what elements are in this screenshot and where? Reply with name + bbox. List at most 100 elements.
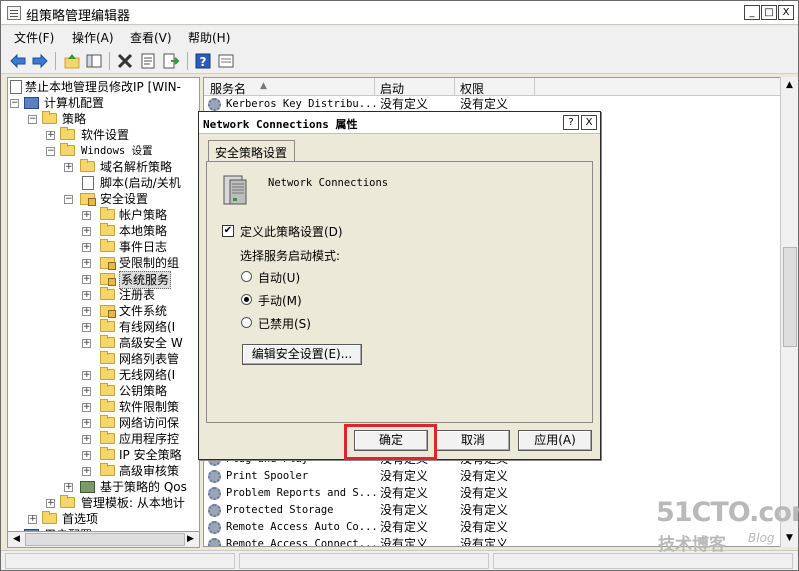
apply-button[interactable]: 应用(A) <box>518 430 592 451</box>
app-icon <box>7 6 21 20</box>
properties-icon[interactable] <box>139 52 157 70</box>
folder-icon <box>100 319 115 332</box>
maximize-button[interactable]: □ <box>761 5 777 20</box>
col-header-service[interactable]: 服务名 <box>210 80 246 96</box>
expand-icon[interactable]: + <box>46 499 55 508</box>
service-name: Network Connections <box>268 177 389 189</box>
radio-manual-label: 手动(M) <box>258 294 302 308</box>
expand-icon[interactable]: + <box>82 211 91 220</box>
delete-icon[interactable] <box>116 52 134 70</box>
menu-help[interactable]: 帮助(H) <box>188 29 230 46</box>
folder-icon <box>100 415 115 428</box>
folder-icon <box>100 223 115 236</box>
cancel-button[interactable]: 取消 <box>436 430 510 451</box>
scroll-left-icon[interactable]: ◀ <box>9 533 24 546</box>
export-list-icon[interactable] <box>162 52 180 70</box>
tab-panel: Network Connections ✔ 定义此策略设置(D) 选择服务启动模… <box>206 161 593 423</box>
service-gear-icon <box>208 504 221 517</box>
expand-icon[interactable]: + <box>82 403 91 412</box>
collapse-icon[interactable]: − <box>46 147 55 156</box>
sort-ascending-icon: ▲ <box>260 81 267 91</box>
folder-icon <box>100 287 115 300</box>
radio-disabled[interactable] <box>241 317 252 328</box>
view-icon[interactable] <box>217 52 235 70</box>
service-gear-icon <box>208 521 221 534</box>
expand-icon[interactable]: + <box>46 131 55 140</box>
expand-icon[interactable]: + <box>82 387 91 396</box>
menu-action[interactable]: 操作(A) <box>72 29 114 46</box>
expand-icon[interactable]: + <box>82 227 91 236</box>
folder-icon <box>100 351 115 364</box>
expand-icon[interactable]: + <box>82 259 91 268</box>
folder-icon <box>100 447 115 460</box>
svg-text:?: ? <box>200 55 207 69</box>
scroll-thumb[interactable] <box>25 533 185 546</box>
radio-manual[interactable] <box>241 294 252 305</box>
forward-arrow-icon[interactable] <box>31 52 49 70</box>
properties-dialog: Network Connections 属性 ? X 安全策略设置 Networ… <box>198 111 601 460</box>
table-row[interactable]: Print Spooler 没有定义 没有定义 <box>204 468 797 485</box>
expand-icon[interactable]: + <box>82 435 91 444</box>
server-icon <box>223 175 247 205</box>
security-folder-icon <box>80 193 96 206</box>
service-gear-icon <box>208 98 221 111</box>
service-gear-icon <box>208 470 221 483</box>
expand-icon[interactable]: + <box>82 291 91 300</box>
folder-icon <box>100 239 115 252</box>
close-button[interactable]: X <box>778 5 794 20</box>
window-title: 组策略管理编辑器 <box>26 9 131 24</box>
scroll-right-icon[interactable]: ▶ <box>183 533 198 546</box>
startup-mode-label: 选择服务启动模式: <box>240 249 341 263</box>
highlight-annotation <box>344 424 437 460</box>
expand-icon[interactable]: + <box>82 323 91 332</box>
expand-icon[interactable]: + <box>82 451 91 460</box>
back-arrow-icon[interactable] <box>9 52 27 70</box>
dialog-help-button[interactable]: ? <box>563 115 579 130</box>
expand-icon[interactable]: + <box>82 467 91 476</box>
expand-icon[interactable]: + <box>82 339 91 348</box>
expand-icon[interactable]: + <box>82 243 91 252</box>
scroll-up-icon[interactable]: ▲ <box>782 78 797 93</box>
tree-horizontal-scrollbar[interactable]: ◀ ▶ <box>7 531 200 548</box>
security-folder-icon <box>100 257 116 270</box>
expand-icon[interactable]: + <box>82 419 91 428</box>
expand-icon[interactable]: + <box>82 307 91 316</box>
tab-security-policy[interactable]: 安全策略设置 <box>208 140 295 162</box>
security-folder-icon <box>100 305 116 318</box>
folder-icon <box>60 127 75 140</box>
watermark-logo: 51CTO.com 技术博客 Blog <box>656 497 799 555</box>
dialog-title-bar: Network Connections 属性 ? X <box>199 112 600 134</box>
menu-bar: 文件(F) 操作(A) 查看(V) 帮助(H) <box>1 26 798 48</box>
expand-icon[interactable]: + <box>64 163 73 172</box>
folder-icon <box>42 111 57 124</box>
up-folder-icon[interactable] <box>63 52 81 70</box>
edit-security-button[interactable]: 编辑安全设置(E)... <box>242 344 362 365</box>
col-header-permission[interactable]: 权限 <box>460 80 484 96</box>
tree-pane[interactable]: 禁止本地管理员修改IP [WIN- − 计算机配置 − 策略 + 软件设置 − … <box>7 77 200 547</box>
folder-icon <box>60 495 75 508</box>
list-header: 服务名 ▲ 启动 权限 <box>204 78 797 96</box>
define-policy-checkbox[interactable]: ✔ <box>222 225 234 237</box>
folder-icon <box>100 383 115 396</box>
script-icon <box>82 176 94 190</box>
collapse-icon[interactable]: − <box>64 195 73 204</box>
computer-icon <box>24 97 39 109</box>
folder-icon <box>100 463 115 476</box>
menu-view[interactable]: 查看(V) <box>130 29 172 46</box>
menu-file[interactable]: 文件(F) <box>14 29 54 46</box>
list-vertical-scrollbar[interactable]: ▲ ▼ <box>780 77 798 547</box>
expand-icon[interactable]: + <box>28 515 37 524</box>
expand-icon[interactable]: + <box>82 371 91 380</box>
expand-icon[interactable]: + <box>82 275 91 284</box>
scroll-thumb[interactable] <box>783 247 797 347</box>
collapse-icon[interactable]: − <box>10 99 19 108</box>
show-hide-tree-icon[interactable] <box>85 52 103 70</box>
col-header-startup[interactable]: 启动 <box>380 80 404 96</box>
help-icon[interactable]: ? <box>194 52 212 70</box>
radio-automatic[interactable] <box>241 271 252 282</box>
dialog-close-button[interactable]: X <box>581 115 597 130</box>
minimize-button[interactable]: _ <box>744 5 760 20</box>
collapse-icon[interactable]: − <box>28 115 37 124</box>
expand-icon[interactable]: + <box>64 483 73 492</box>
folder-icon <box>100 207 115 220</box>
